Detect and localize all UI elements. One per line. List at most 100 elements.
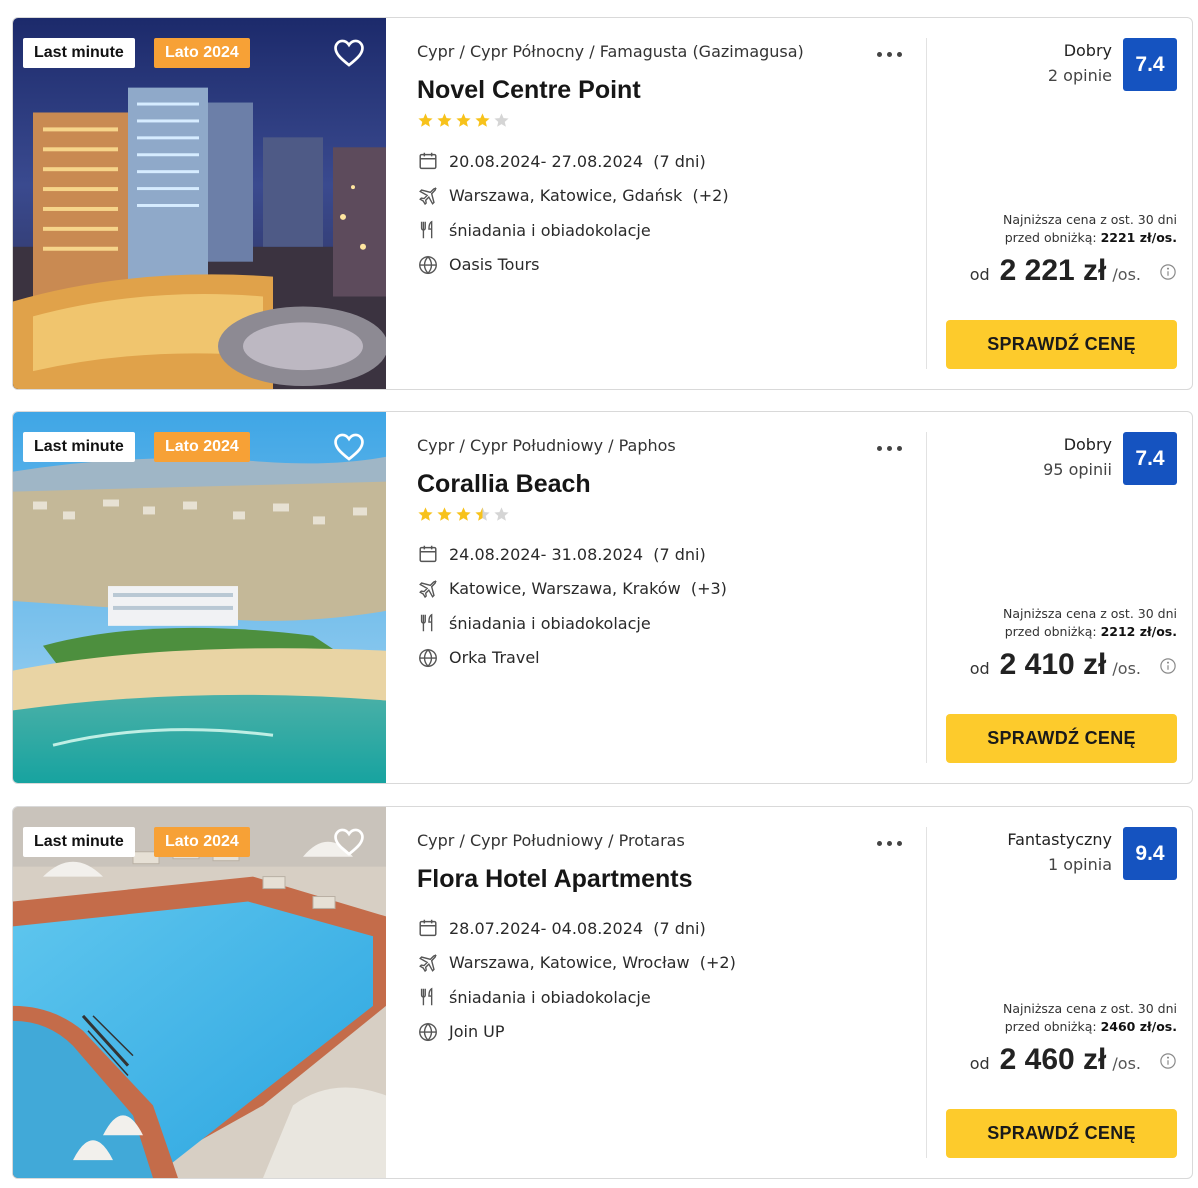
hotel-photo[interactable]: Last minute Lato 2024 [13, 18, 386, 389]
star-icon [494, 507, 509, 521]
offer-facts: 24.08.2024- 31.08.2024 (7 dni) Katowice,… [417, 537, 917, 675]
calendar-icon [417, 150, 439, 172]
calendar-icon [417, 543, 439, 565]
price-row: od 2 221 zł /os. [970, 254, 1177, 288]
check-price-button[interactable]: SPRAWDŹ CENĘ [946, 320, 1177, 369]
heart-outline-icon[interactable] [331, 825, 367, 859]
departures-row: Katowice, Warszawa, Kraków (+3) [417, 572, 917, 607]
season-tag: Lato 2024 [154, 38, 250, 68]
info-circle-icon[interactable] [1159, 263, 1177, 281]
globe-icon [417, 1021, 439, 1043]
lowest-price-prefix: przed obniżką: [1004, 1019, 1097, 1034]
dates-text: 28.07.2024- 04.08.2024 [449, 918, 644, 938]
departures-more[interactable]: (+2) [700, 953, 736, 972]
breadcrumb[interactable]: Cypr / Cypr Północny / Famagusta (Gazima… [417, 42, 804, 61]
price-unit: /os. [1112, 1054, 1141, 1073]
lowest-price-value: 2212 zł/os. [1100, 624, 1177, 639]
offer-facts: 20.08.2024- 27.08.2024 (7 dni) Warszawa,… [417, 144, 917, 282]
lowest-price-value: 2221 zł/os. [1100, 230, 1177, 245]
hotel-name[interactable]: Corallia Beach [417, 470, 591, 499]
fork-knife-icon [417, 612, 439, 634]
lowest-price-value: 2460 zł/os. [1100, 1019, 1177, 1034]
check-price-button[interactable]: SPRAWDŹ CENĘ [946, 1109, 1177, 1158]
fork-knife-icon [417, 986, 439, 1008]
check-price-button[interactable]: SPRAWDŹ CENĘ [946, 714, 1177, 763]
departures-more[interactable]: (+3) [691, 579, 727, 598]
star-icon [437, 113, 452, 127]
more-dots-icon[interactable] [875, 438, 905, 458]
operator-text: Join UP [449, 1022, 505, 1042]
star-icon [437, 507, 452, 521]
last-minute-tag: Last minute [23, 827, 135, 857]
duration-text: (7 dni) [653, 151, 706, 171]
rating-label: Dobry [1063, 435, 1112, 454]
hotel-photo[interactable]: Last minute Lato 2024 [13, 807, 386, 1178]
price-from: od [969, 659, 990, 678]
operator-row: Join UP [417, 1015, 917, 1050]
heart-outline-icon[interactable] [331, 36, 367, 70]
globe-icon [417, 254, 439, 276]
price-value: 2 221 zł [999, 254, 1107, 287]
lowest-price-prefix: przed obniżką: [1004, 230, 1097, 245]
board-row: śniadania i obiadokolacje [417, 980, 917, 1015]
star-icon [418, 113, 433, 127]
price-box: Fantastyczny 1 opinia 9.4 Najniższa cena… [927, 807, 1192, 1178]
price-row: od 2 410 zł /os. [970, 648, 1177, 682]
rating-score-badge: 7.4 [1123, 38, 1177, 91]
price-from: od [969, 265, 990, 284]
dates-row: 28.07.2024- 04.08.2024 (7 dni) [417, 911, 917, 946]
more-dots-icon[interactable] [875, 44, 905, 64]
hotel-name[interactable]: Flora Hotel Apartments [417, 865, 693, 894]
offer-card: Last minute Lato 2024 Cypr / Cypr Północ… [12, 17, 1193, 390]
heart-outline-icon[interactable] [331, 430, 367, 464]
hotel-name[interactable]: Novel Centre Point [417, 76, 641, 105]
plane-icon [417, 578, 439, 600]
last-minute-tag: Last minute [23, 38, 135, 68]
board-row: śniadania i obiadokolacje [417, 213, 917, 248]
rating-label: Dobry [1063, 41, 1112, 60]
reviews-count[interactable]: 95 opinii [1043, 460, 1112, 479]
board-text: śniadania i obiadokolacje [449, 613, 651, 633]
duration-text: (7 dni) [653, 918, 706, 938]
reviews-count[interactable]: 2 opinie [1048, 66, 1112, 85]
offer-details: Cypr / Cypr Północny / Famagusta (Gazima… [386, 18, 927, 389]
operator-row: Orka Travel [417, 641, 917, 676]
more-dots-icon[interactable] [875, 833, 905, 853]
season-tag: Lato 2024 [154, 827, 250, 857]
offer-details: Cypr / Cypr Południowy / Protaras Flora … [386, 807, 927, 1178]
star-icon [418, 507, 433, 521]
breadcrumb[interactable]: Cypr / Cypr Południowy / Protaras [417, 831, 685, 850]
hotel-stars [417, 112, 510, 130]
operator-row: Oasis Tours [417, 248, 917, 283]
departures-row: Warszawa, Katowice, Gdańsk (+2) [417, 179, 917, 214]
rating-label: Fantastyczny [1007, 830, 1112, 849]
info-circle-icon[interactable] [1159, 657, 1177, 675]
star-half-icon [475, 507, 490, 521]
info-circle-icon[interactable] [1159, 1052, 1177, 1070]
plane-icon [417, 952, 439, 974]
fork-knife-icon [417, 219, 439, 241]
board-text: śniadania i obiadokolacje [449, 220, 651, 240]
rating-score-badge: 9.4 [1123, 827, 1177, 880]
lowest-price-line1: Najniższa cena z ost. 30 dni [1002, 1001, 1177, 1016]
star-icon [456, 113, 471, 127]
breadcrumb[interactable]: Cypr / Cypr Południowy / Paphos [417, 436, 676, 455]
departures-text: Warszawa, Katowice, Gdańsk [449, 186, 683, 206]
board-text: śniadania i obiadokolacje [449, 987, 651, 1007]
price-unit: /os. [1112, 265, 1141, 284]
departures-text: Warszawa, Katowice, Wrocław [449, 953, 690, 973]
dates-text: 20.08.2024- 27.08.2024 [449, 151, 644, 171]
price-value: 2 460 zł [999, 1043, 1107, 1076]
duration-text: (7 dni) [653, 544, 706, 564]
plane-icon [417, 185, 439, 207]
departures-text: Katowice, Warszawa, Kraków [449, 579, 681, 599]
offer-details: Cypr / Cypr Południowy / Paphos Corallia… [386, 412, 927, 783]
lowest-price-note: Najniższa cena z ost. 30 dni przed obniż… [1003, 605, 1177, 641]
price-value: 2 410 zł [999, 648, 1107, 681]
lowest-price-prefix: przed obniżką: [1004, 624, 1097, 639]
hotel-photo[interactable]: Last minute Lato 2024 [13, 412, 386, 783]
globe-icon [417, 647, 439, 669]
departures-more[interactable]: (+2) [692, 186, 728, 205]
calendar-icon [417, 917, 439, 939]
reviews-count[interactable]: 1 opinia [1048, 855, 1112, 874]
